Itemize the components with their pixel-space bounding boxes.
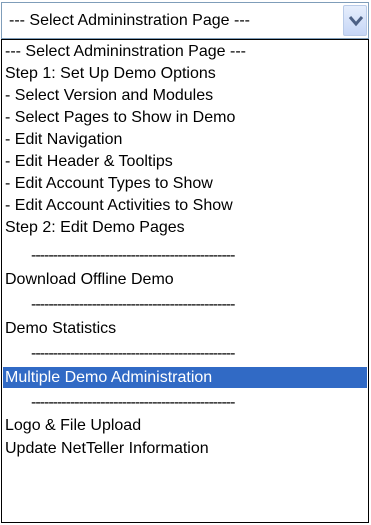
option-logo-file-upload[interactable]: Logo & File Upload — [3, 415, 367, 436]
option-select-admin-page[interactable]: --- Select Admininstration Page --- — [3, 41, 367, 62]
dropdown-list: --- Select Admininstration Page --- Step… — [1, 39, 369, 523]
option-separator[interactable]: ----------------------------------------… — [3, 343, 367, 364]
dropdown-arrow-button[interactable] — [343, 5, 367, 36]
select-current-value: --- Select Admininstration Page --- — [9, 12, 250, 29]
option-demo-statistics[interactable]: Demo Statistics — [3, 318, 367, 339]
option-select-version-modules[interactable]: - Select Version and Modules — [3, 85, 367, 106]
option-edit-header-tooltips[interactable]: - Edit Header & Tooltips — [3, 151, 367, 172]
option-edit-account-activities[interactable]: - Edit Account Activities to Show — [3, 195, 367, 216]
option-update-netteller-info[interactable]: Update NetTeller Information — [3, 438, 367, 459]
option-step2-edit-demo-pages[interactable]: Step 2: Edit Demo Pages — [3, 217, 367, 238]
option-separator[interactable]: ----------------------------------------… — [3, 294, 367, 315]
option-select-pages[interactable]: - Select Pages to Show in Demo — [3, 107, 367, 128]
option-download-offline-demo[interactable]: Download Offline Demo — [3, 269, 367, 290]
option-separator[interactable]: ----------------------------------------… — [3, 245, 367, 266]
option-separator[interactable]: ----------------------------------------… — [3, 392, 367, 413]
option-edit-account-types[interactable]: - Edit Account Types to Show — [3, 173, 367, 194]
admin-page-select[interactable]: --- Select Admininstration Page --- — [1, 2, 369, 39]
option-multiple-demo-administration[interactable]: Multiple Demo Administration — [3, 367, 367, 388]
option-step1-setup-demo[interactable]: Step 1: Set Up Demo Options — [3, 63, 367, 84]
option-edit-navigation[interactable]: - Edit Navigation — [3, 129, 367, 150]
chevron-down-icon — [348, 16, 364, 27]
